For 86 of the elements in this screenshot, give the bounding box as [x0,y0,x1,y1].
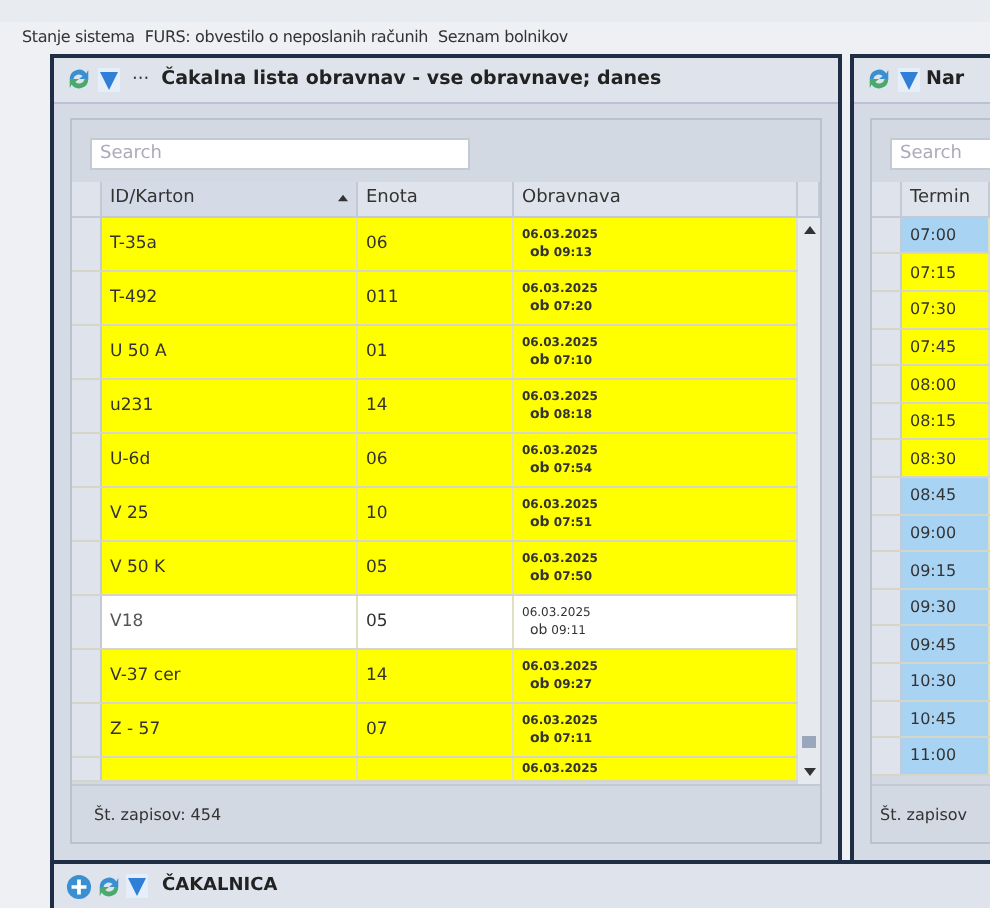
table-cell: U 50 A [102,325,358,378]
record-count: Št. zapisov [880,805,967,824]
table-cell: 05 [358,541,514,594]
table-cell: 01 [358,325,514,378]
refresh-icon[interactable] [96,873,122,900]
table-cell: V-37 cer [102,649,358,702]
row-header[interactable] [872,738,902,774]
scroll-up-icon[interactable] [803,225,815,234]
panel-title: Čakalna lista obravnav - vse obravnave; danes [161,68,662,91]
table-cell: 10:30 [902,664,990,700]
more-menu[interactable]: ··· [132,69,150,90]
table-cell: u231 [102,379,358,432]
row-header[interactable] [872,478,902,514]
table-cell: Z - 57 [102,703,358,756]
menu-link[interactable]: FURS: obvestilo o neposlanih računih [144,28,428,47]
record-count: Št. zapisov: 454 [94,805,222,824]
table-cell: 08:45 [902,478,990,514]
column-header[interactable]: ID/Karton [102,181,358,216]
refresh-icon[interactable] [66,66,92,93]
sort-ascending-icon [338,194,348,203]
table-cell: 05 [358,595,514,648]
row-header[interactable] [72,649,102,702]
filter-icon[interactable] [126,874,148,899]
row-header[interactable] [872,403,902,439]
panel-title: ČAKALNICA [162,876,278,897]
row-header[interactable] [872,552,902,588]
add-icon[interactable] [66,873,92,900]
row-header[interactable] [72,757,102,780]
row-header[interactable] [72,541,102,594]
table-cell: 07 [358,703,514,756]
row-header[interactable] [872,292,902,328]
scrollbar[interactable] [798,217,820,785]
row-header[interactable] [72,487,102,540]
filter-icon[interactable] [898,67,920,92]
panel-title: Nar [926,68,965,91]
row-header[interactable] [872,217,902,253]
search-field[interactable]: Search [890,137,990,170]
row-header[interactable] [872,589,902,625]
row-header[interactable] [872,366,902,402]
table-cell: 07:45 [902,329,990,365]
table-cell: T-35a [102,217,358,270]
row-header[interactable] [872,664,902,700]
table-cell: 08:00 [902,366,990,402]
table-cell: T-492 [102,271,358,324]
menu-link[interactable]: Stanje sistema [22,28,135,47]
refresh-icon[interactable] [866,66,892,93]
table-cell: 06 [358,433,514,486]
table-cell: 07:00 [902,217,990,253]
scrollbar-thumb[interactable] [802,736,816,749]
scroll-down-icon[interactable] [803,768,815,777]
row-header[interactable] [72,325,102,378]
table-cell: 09:45 [902,626,990,662]
row-header[interactable] [872,329,902,365]
table-cell: 10:45 [902,701,990,737]
row-header[interactable] [72,595,102,648]
table-cell: 14 [358,379,514,432]
menu-link[interactable]: Seznam bolnikov [437,28,568,47]
table-cell: U-6d [102,433,358,486]
row-header[interactable] [72,217,102,270]
row-header[interactable] [72,433,102,486]
row-header[interactable] [72,271,102,324]
table-cell: 07:30 [902,292,990,328]
table-cell: 09:30 [902,589,990,625]
table-cell: V 50 K [102,541,358,594]
table-cell: 14 [358,649,514,702]
table-cell: 08:15 [902,403,990,439]
table-cell: 07:15 [902,254,990,291]
table-cell: 09:15 [902,552,990,588]
row-header[interactable] [72,379,102,432]
table-cell: 09:00 [902,515,990,551]
row-header[interactable] [72,703,102,756]
row-header[interactable] [872,515,902,551]
table-cell: V 25 [102,487,358,540]
table-cell: 08:30 [902,440,990,477]
row-header[interactable] [872,701,902,737]
table-cell: 11:00 [902,738,990,774]
table-cell: 06 [358,217,514,270]
row-header[interactable] [872,254,902,291]
column-header[interactable]: Enota [358,181,514,216]
filter-icon[interactable] [98,67,120,92]
row-header[interactable] [872,440,902,477]
table-cell: 011 [358,271,514,324]
table-cell: V18 [102,595,358,648]
row-header[interactable] [872,626,902,662]
search-field[interactable]: Search [90,137,470,170]
table-cell: 10 [358,487,514,540]
